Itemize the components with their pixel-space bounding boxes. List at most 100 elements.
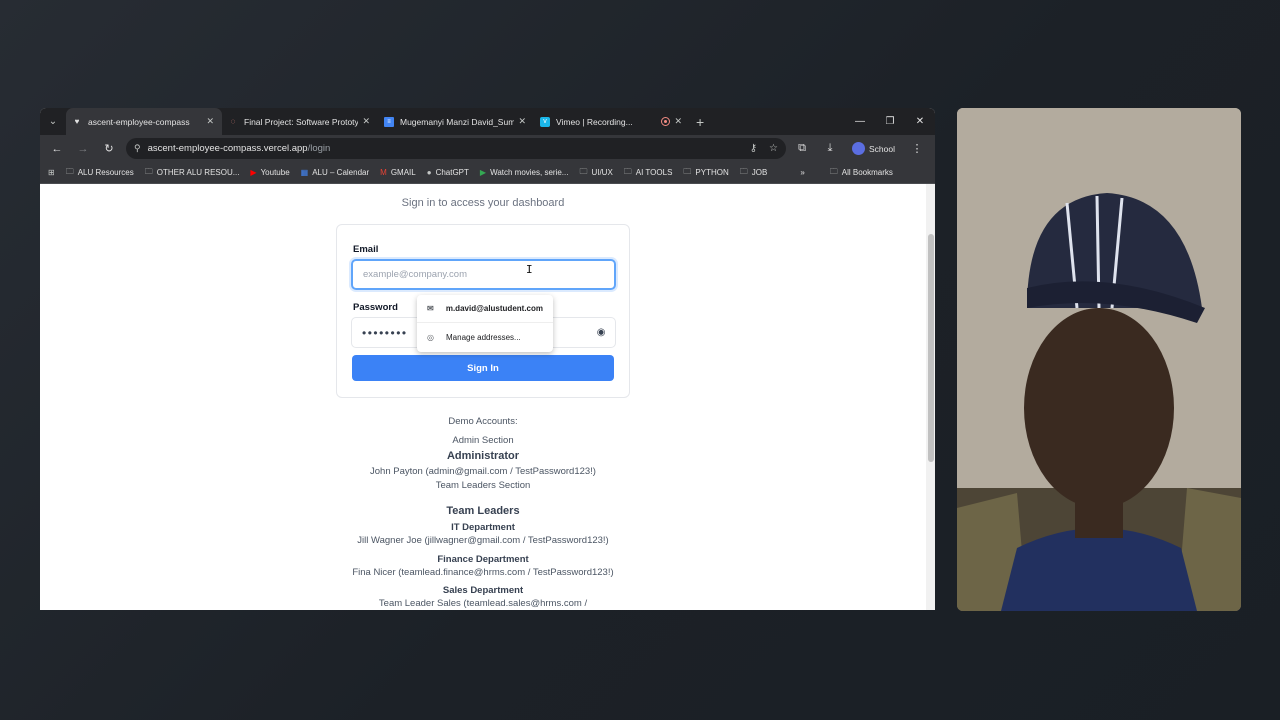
finance-account: Fina Nicer (teamlead.finance@hrms.com / … [352, 567, 614, 578]
heart-favicon-icon: ♥ [74, 117, 80, 126]
manage-addresses-item[interactable]: ◎ Manage addresses... [417, 323, 553, 351]
demo-heading: Demo Accounts: [448, 416, 518, 427]
tab-vimeo[interactable]: v Vimeo | Recording... ✕ [534, 108, 690, 135]
bookmark-alu-calendar[interactable]: ▦ ALU – Calendar [301, 168, 369, 177]
email-field[interactable]: example@company.com [351, 259, 616, 290]
bookmark-other-alu[interactable]: 🗀 OTHER ALU RESOU... [145, 166, 240, 180]
bookmark-chatgpt[interactable]: ● ChatGPT [427, 168, 469, 177]
youtube-icon: ▶ [250, 168, 257, 177]
bookmark-uiux[interactable]: 🗀 UI/UX [579, 166, 612, 180]
close-tab-icon[interactable]: ✕ [674, 116, 682, 127]
webcam-overlay [957, 108, 1241, 611]
gmail-icon: M [380, 168, 387, 177]
show-password-eye-icon[interactable]: ◉ [597, 327, 607, 338]
all-bookmarks[interactable]: 🗀 All Bookmarks [830, 166, 893, 180]
tab-ascent[interactable]: ♥ ascent-employee-compass ✕ [66, 108, 222, 135]
email-placeholder: example@company.com [363, 269, 467, 280]
restore-icon[interactable]: ❐ [875, 108, 905, 135]
bookmark-ai-tools[interactable]: 🗀 AI TOOLS [624, 166, 673, 180]
folder-icon: 🗀 [623, 166, 632, 176]
close-tab-icon[interactable]: ✕ [518, 116, 526, 127]
close-tab-icon[interactable]: ✕ [206, 116, 214, 127]
vimeo-favicon-icon: v [540, 116, 550, 127]
profile-button[interactable]: School [846, 142, 901, 155]
chatgpt-icon: ● [426, 168, 432, 177]
tab-title: Final Project: Software Prototype [244, 116, 359, 127]
apps-icon[interactable]: ⊞ [48, 168, 55, 177]
bookmark-job[interactable]: 🗀 JOB [740, 166, 768, 180]
loading-favicon-icon: ◌ [230, 117, 236, 126]
autofill-suggestion[interactable]: ✉ m.david@alustudent.com [417, 295, 553, 323]
folder-icon: 🗀 [65, 166, 74, 176]
window-controls: — ❐ ✕ [845, 108, 935, 135]
finance-department: Finance Department [437, 554, 529, 565]
folder-icon: 🗀 [829, 166, 838, 176]
admin-title: Administrator [446, 450, 520, 462]
folder-icon: 🗀 [739, 166, 748, 176]
password-key-icon[interactable]: ⚷ [750, 143, 757, 154]
sign-in-button[interactable]: Sign In [352, 355, 614, 381]
reload-icon[interactable]: ↻ [98, 138, 120, 160]
docs-favicon-icon: ≡ [384, 116, 394, 127]
tab-search-icon[interactable]: ⌄ [40, 108, 66, 135]
tab-title: ascent-employee-compass [88, 116, 190, 127]
bookmark-youtube[interactable]: ▶ Youtube [250, 168, 289, 177]
tab-final-project[interactable]: ◌ Final Project: Software Prototype ✕ [222, 108, 378, 135]
url-host: ascent-employee-compass.vercel.app [147, 143, 308, 154]
admin-section-label: Admin Section [452, 435, 514, 446]
admin-account: John Payton (admin@gmail.com / TestPassw… [370, 466, 596, 477]
tab-title: Mugemanyi Manzi David_Summ [400, 116, 515, 127]
download-icon[interactable]: ⤓ [818, 138, 842, 160]
bookmark-gmail[interactable]: M GMAIL [380, 168, 416, 177]
bookmarks-bar: ⊞ 🗀 ALU Resources 🗀 OTHER ALU RESOU... ▶ Yo… [40, 162, 935, 184]
team-section-label: Team Leaders Section [435, 480, 531, 491]
bookmark-alu-resources[interactable]: 🗀 ALU Resources [66, 166, 134, 180]
scrollbar-thumb[interactable] [928, 234, 934, 462]
tab-bar: ⌄ ♥ ascent-employee-compass ✕ ◌ Final Pr… [40, 108, 935, 135]
url-path: /login [307, 143, 331, 154]
address-bar[interactable]: ⚲ ascent-employee-compass.vercel.app/log… [126, 138, 786, 159]
recording-icon [661, 117, 671, 126]
text-cursor-icon: I [526, 263, 533, 276]
sales-department: Sales Department [442, 585, 524, 596]
calendar-icon: ▦ [300, 168, 309, 177]
it-account: Jill Wagner Joe (jillwagner@gmail.com / … [357, 535, 609, 546]
webcam-person-image [957, 108, 1241, 611]
forward-icon[interactable]: → [72, 138, 94, 160]
close-window-icon[interactable]: ✕ [905, 108, 935, 135]
extensions-icon[interactable]: ⧉ [790, 138, 814, 160]
bookmark-star-icon[interactable]: ☆ [769, 143, 778, 154]
new-tab-icon[interactable]: + [696, 114, 704, 130]
minimize-icon[interactable]: — [845, 108, 875, 135]
team-leaders-title: Team Leaders [446, 505, 520, 517]
tab-title: Vimeo | Recording... [556, 116, 633, 127]
email-label: Email [353, 244, 379, 255]
menu-icon[interactable]: ⋮ [905, 138, 929, 160]
chrome-icon: ◎ [427, 332, 434, 342]
browser-window: ⌄ ♥ ascent-employee-compass ✕ ◌ Final Pr… [40, 108, 935, 610]
site-info-icon[interactable]: ⚲ [134, 143, 141, 154]
autofill-dropdown: ✉ m.david@alustudent.com ◎ Manage addres… [417, 295, 553, 352]
autofill-email: m.david@alustudent.com [445, 304, 543, 313]
it-department: IT Department [451, 522, 515, 533]
back-icon[interactable]: ← [46, 138, 68, 160]
close-tab-icon[interactable]: ✕ [362, 116, 370, 127]
page-subtitle: Sign in to access your dashboard [401, 197, 565, 209]
bookmark-python[interactable]: 🗀 PYTHON [683, 166, 728, 180]
manage-addresses-label: Manage addresses... [446, 332, 521, 342]
more-bookmarks-icon[interactable]: » [800, 168, 804, 177]
bookmark-watch-movies[interactable]: ▶ Watch movies, serie... [480, 168, 569, 177]
password-label: Password [353, 302, 398, 313]
folder-icon: 🗀 [579, 166, 588, 176]
profile-label: School [869, 143, 895, 154]
page-content: Sign in to access your dashboard Email e… [40, 184, 935, 610]
tab-doc[interactable]: ≡ Mugemanyi Manzi David_Summ ✕ [378, 108, 534, 135]
play-icon: ▶ [479, 168, 487, 177]
folder-icon: 🗀 [144, 166, 153, 176]
folder-icon: 🗀 [683, 166, 692, 176]
sales-account: Team Leader Sales (teamlead.sales@hrms.c… [378, 598, 588, 609]
avatar [852, 142, 865, 155]
password-value: •••••••• [362, 325, 408, 340]
scrollbar[interactable] [926, 184, 935, 610]
browser-toolbar: ← → ↻ ⚲ ascent-employee-compass.vercel.a… [40, 135, 935, 162]
